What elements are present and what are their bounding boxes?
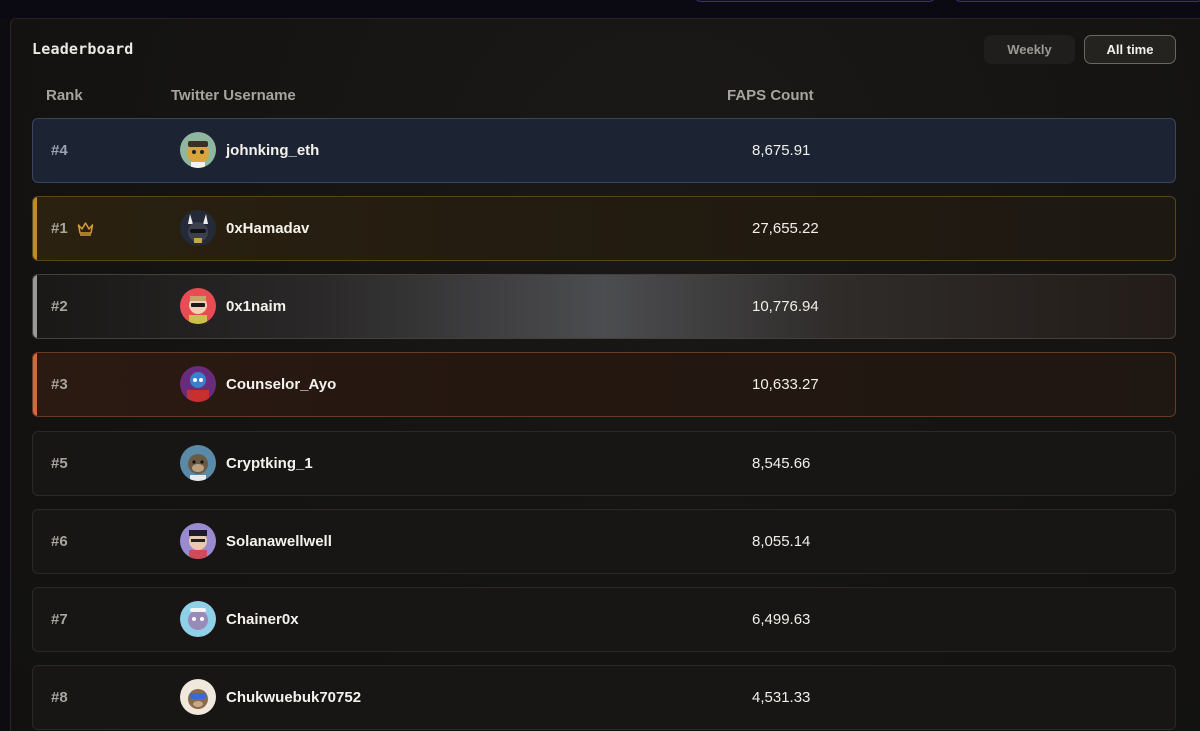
username[interactable]: Solanawellwell xyxy=(226,533,332,550)
rank-label: #7 xyxy=(51,611,68,628)
leaderboard-row-bronze[interactable]: #3 Counselor_Ayo 10,633.27 xyxy=(32,352,1176,417)
username[interactable]: 0x1naim xyxy=(226,298,286,315)
username[interactable]: Chukwuebuk70752 xyxy=(226,689,361,706)
faps-count: 10,776.94 xyxy=(752,298,819,315)
rank-accent-bar xyxy=(33,197,37,260)
user-avatar[interactable] xyxy=(180,288,216,324)
faps-count: 8,055.14 xyxy=(752,533,811,550)
rank-label: #6 xyxy=(51,533,68,550)
user-avatar[interactable] xyxy=(180,445,216,481)
faps-count: 4,531.33 xyxy=(752,689,811,706)
leaderboard-title: Leaderboard xyxy=(32,40,134,58)
user-avatar[interactable] xyxy=(180,366,216,402)
username[interactable]: Cryptking_1 xyxy=(226,455,313,472)
faps-count: 6,499.63 xyxy=(752,611,811,628)
leaderboard-panel: Leaderboard Weekly All time Rank Twitter… xyxy=(10,18,1200,731)
user-avatar[interactable] xyxy=(180,210,216,246)
username[interactable]: johnking_eth xyxy=(226,142,319,159)
faps-count: 8,545.66 xyxy=(752,455,811,472)
count-column-header: FAPS Count xyxy=(727,87,814,104)
left-gutter xyxy=(0,18,10,731)
username[interactable]: Counselor_Ayo xyxy=(226,376,336,393)
user-avatar[interactable] xyxy=(180,132,216,168)
username[interactable]: 0xHamadav xyxy=(226,220,309,237)
user-avatar[interactable] xyxy=(180,601,216,637)
weekly-tab[interactable]: Weekly xyxy=(984,35,1075,64)
leaderboard-row[interactable]: #5 Cryptking_1 8,545.66 xyxy=(32,431,1176,496)
user-avatar[interactable] xyxy=(180,679,216,715)
rank-column-header: Rank xyxy=(46,87,83,104)
rank-accent-bar xyxy=(33,353,37,416)
username-column-header: Twitter Username xyxy=(171,87,296,104)
user-avatar[interactable] xyxy=(180,523,216,559)
rank-label: #8 xyxy=(51,689,68,706)
top-bar xyxy=(0,0,1200,18)
faps-count: 8,675.91 xyxy=(752,142,811,159)
username[interactable]: Chainer0x xyxy=(226,611,299,628)
leaderboard-row[interactable]: #6 Solanawellwell 8,055.14 xyxy=(32,509,1176,574)
leaderboard-row-gold[interactable]: #1 0xHamadav 27,655.22 xyxy=(32,196,1176,261)
rank-accent-bar xyxy=(33,275,37,338)
crown-icon xyxy=(77,222,94,236)
rank-label: #3 xyxy=(51,376,68,393)
rank-label: #5 xyxy=(51,455,68,472)
rank-label: #4 xyxy=(51,142,68,159)
rank-label: #1 xyxy=(51,220,68,237)
leaderboard-row[interactable]: #7 Chainer0x 6,499.63 xyxy=(32,587,1176,652)
leaderboard-row-silver[interactable]: #2 0x1naim 10,776.94 xyxy=(32,274,1176,339)
top-nav-pill[interactable] xyxy=(954,0,1200,2)
leaderboard-row[interactable]: #8 Chukwuebuk70752 4,531.33 xyxy=(32,665,1176,730)
faps-count: 10,633.27 xyxy=(752,376,819,393)
leaderboard-row-current-user[interactable]: #4 johnking_eth 8,675.91 xyxy=(32,118,1176,183)
all-time-tab[interactable]: All time xyxy=(1084,35,1176,64)
faps-count: 27,655.22 xyxy=(752,220,819,237)
rank-label: #2 xyxy=(51,298,68,315)
top-nav-pill[interactable] xyxy=(694,0,936,2)
